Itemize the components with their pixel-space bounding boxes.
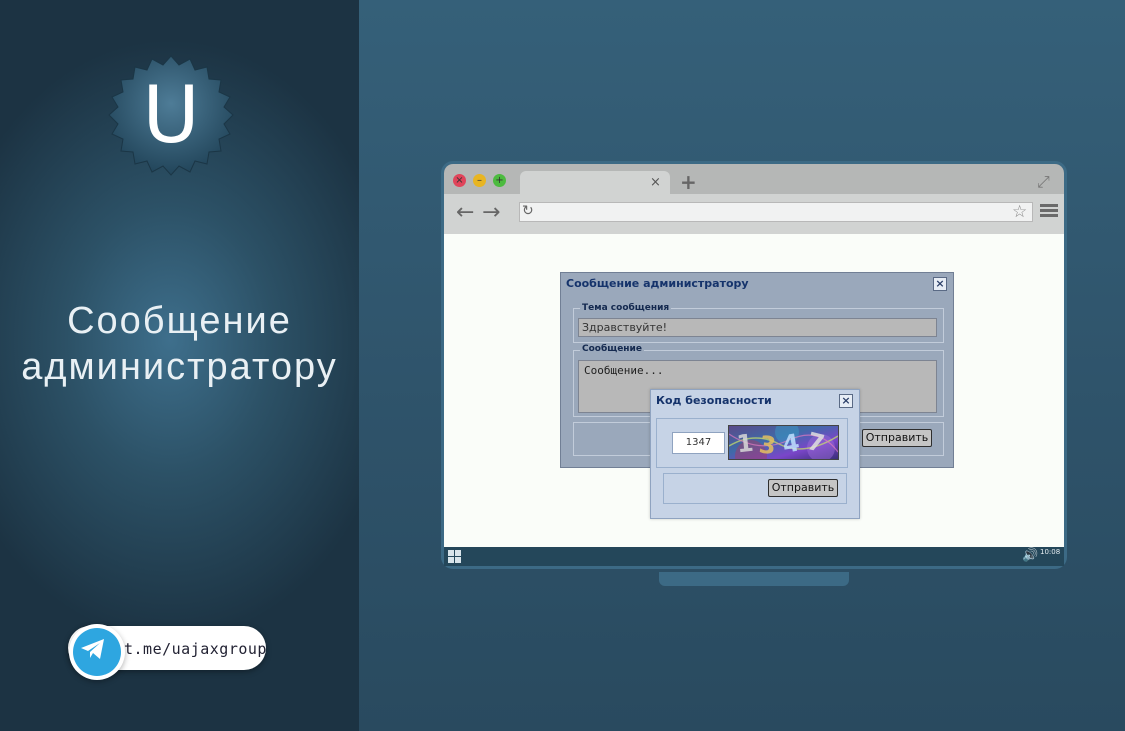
admin-dialog-close-icon[interactable]: × [933,277,947,291]
start-menu-icon[interactable] [448,550,461,563]
telegram-logo[interactable] [69,624,125,680]
volume-icon[interactable]: 🔊 [1022,548,1038,563]
promo-title-line1: Сообщение [67,300,292,342]
subject-input[interactable]: Здравствуйте! [578,318,937,337]
captcha-dialog-close-icon[interactable]: × [839,394,853,408]
subject-legend: Тема сообщения [580,303,672,313]
window-close-icon[interactable]: × [453,174,466,187]
logo-letter: U [142,71,200,161]
laptop-stand [659,572,849,586]
taskbar [444,547,1064,566]
admin-submit-button[interactable]: Отправить [862,429,932,447]
taskbar-clock: 10:08 [1040,548,1061,556]
fullscreen-icon[interactable]: ⤢ [1037,172,1050,192]
new-tab-icon[interactable]: + [680,170,697,194]
window-minimize-icon[interactable]: – [473,174,486,187]
browser-menu-icon[interactable] [1040,204,1058,218]
browser-tab[interactable] [520,171,670,195]
promo-title: Сообщение администратору [0,298,359,390]
back-arrow-icon[interactable]: ← [456,200,474,225]
telegram-link-text[interactable]: t.me/uajaxgroup [124,640,267,658]
admin-dialog-title: Сообщение администратору [566,277,749,290]
captcha-submit-button[interactable]: Отправить [768,479,838,497]
message-legend: Сообщение [580,344,644,354]
forward-arrow-icon[interactable]: → [482,200,500,225]
captcha-dialog-title: Код безопасности [656,394,772,407]
captcha-code-input[interactable]: 1347 [672,432,725,454]
promo-title-line2: администратору [21,346,338,388]
captcha-noise-icon: 1 3 4 7 [729,426,838,459]
telegram-plane-icon [81,639,104,659]
tab-close-icon[interactable]: × [650,175,661,190]
captcha-image: 1 3 4 7 [728,425,839,460]
svg-text:1: 1 [735,429,755,459]
bookmark-star-icon[interactable]: ☆ [1012,202,1027,222]
address-bar[interactable] [519,202,1033,222]
window-maximize-icon[interactable]: + [493,174,506,187]
reload-icon[interactable]: ↻ [522,203,534,219]
logo-badge: U [108,54,234,180]
